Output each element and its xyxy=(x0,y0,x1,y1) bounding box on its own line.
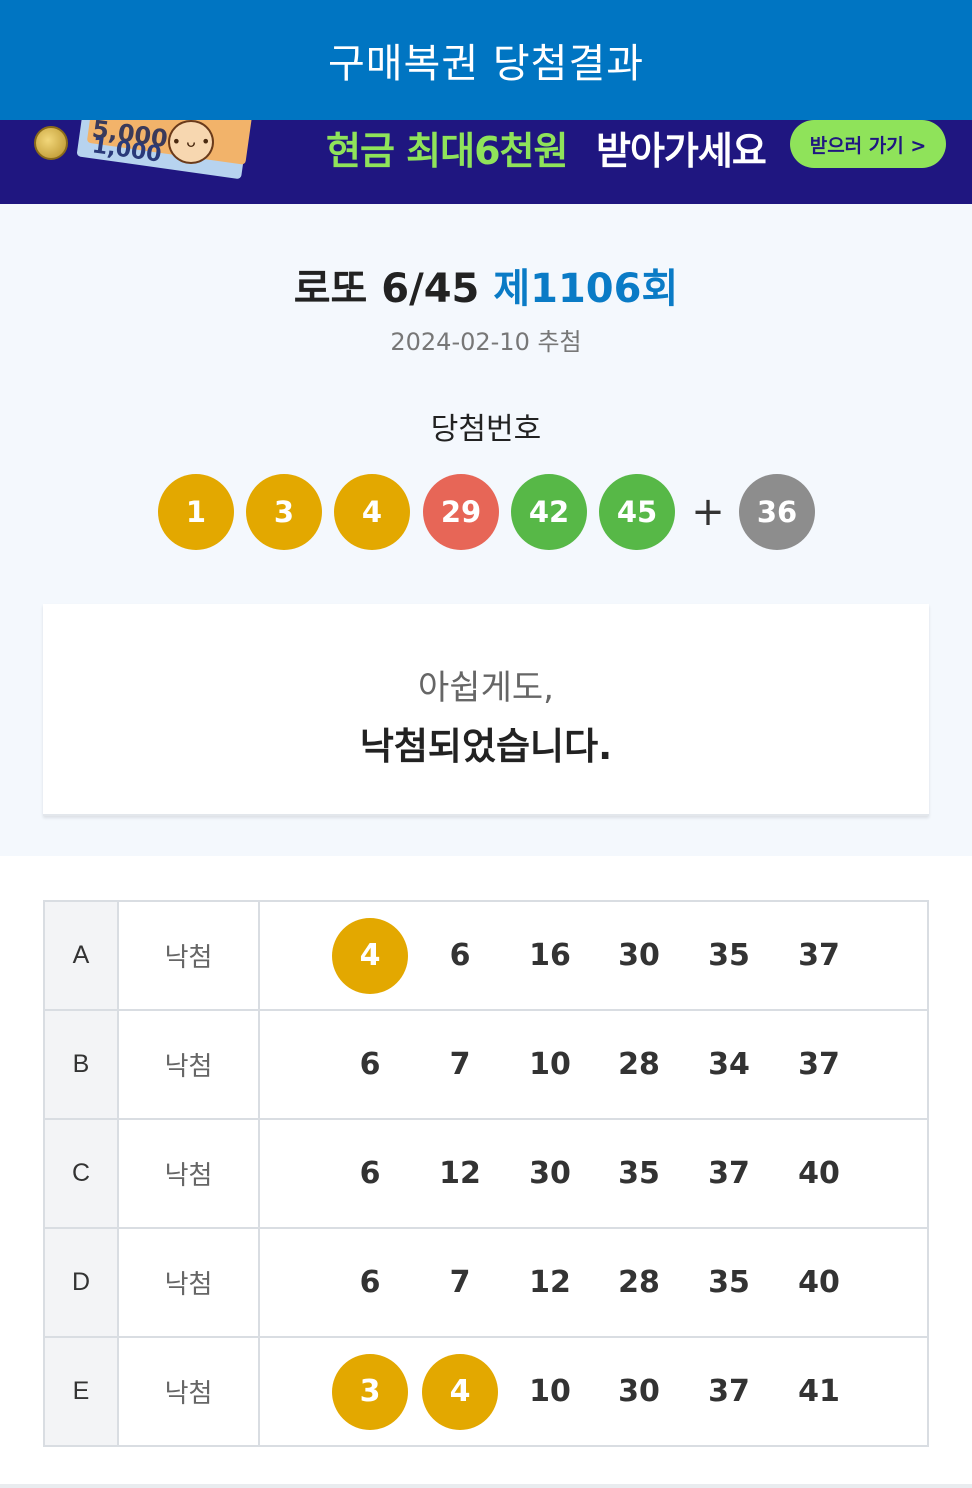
game-id: D xyxy=(43,1227,119,1338)
game-number: 28 xyxy=(618,1265,660,1300)
game-number: 37 xyxy=(798,938,840,973)
game-status: 낙첨 xyxy=(117,1118,260,1229)
game-status: 낙첨 xyxy=(117,1009,260,1120)
game-numbers: 6 7 12 28 35 40 xyxy=(258,1227,929,1338)
game-name: 로또 6/45 xyxy=(293,266,480,312)
game-number: 35 xyxy=(708,938,750,973)
winning-number-ball: 3 xyxy=(246,474,322,550)
winning-numbers: + 1 3 4 29 42 45 36 xyxy=(0,474,972,550)
game-row: B 낙첨 6 7 10 28 34 37 xyxy=(43,1009,929,1120)
game-status: 낙첨 xyxy=(117,1336,260,1447)
game-numbers: 4 6 16 30 35 37 xyxy=(258,900,929,1011)
game-number: 6 xyxy=(359,1047,381,1082)
draw-date: 2024-02-10 추첨 xyxy=(390,328,582,356)
game-id: B xyxy=(43,1009,119,1120)
game-number: 35 xyxy=(618,1156,660,1191)
game-number: 6 xyxy=(359,1265,381,1300)
winning-number-ball: 4 xyxy=(334,474,410,550)
game-number: 40 xyxy=(798,1156,840,1191)
game-number: 12 xyxy=(529,1265,571,1300)
matched-number: 3 xyxy=(332,1353,408,1430)
coin-icon xyxy=(34,126,68,160)
promo-text-highlight: 현금 최대6천원 xyxy=(326,129,568,173)
game-number: 30 xyxy=(529,1156,571,1191)
purchased-games-table: A 낙첨 4 6 16 30 35 37 B 낙첨 6 7 10 28 34 37 C 낙첨 6 12 30 35 37 40… xyxy=(43,900,929,1447)
winning-number-ball: 45 xyxy=(599,474,675,550)
game-number: 10 xyxy=(529,1374,571,1409)
game-number: 37 xyxy=(708,1374,750,1409)
page-title: 구매복권 당첨결과 xyxy=(327,41,645,87)
draw-title: 로또 6/45 제1106회 xyxy=(0,256,972,314)
matched-number: 4 xyxy=(332,917,408,994)
game-number: 6 xyxy=(359,1156,381,1191)
game-number: 28 xyxy=(618,1047,660,1082)
game-row: E 낙첨 3 4 10 30 37 41 xyxy=(43,1336,929,1447)
game-row: A 낙첨 4 6 16 30 35 37 xyxy=(43,900,929,1011)
bonus-plus-sign: + xyxy=(691,489,725,535)
game-number: 34 xyxy=(708,1047,750,1082)
game-number: 16 xyxy=(529,938,571,973)
game-numbers: 6 12 30 35 37 40 xyxy=(258,1118,929,1229)
game-number: 37 xyxy=(708,1156,750,1191)
winning-numbers-label: 당첨번호 xyxy=(430,412,542,447)
game-status: 낙첨 xyxy=(117,900,260,1011)
game-id: C xyxy=(43,1118,119,1229)
game-number: 7 xyxy=(449,1047,471,1082)
bonus-number-ball: 36 xyxy=(739,474,815,550)
game-number: 7 xyxy=(449,1265,471,1300)
receive-button[interactable]: 받으러 가기 > xyxy=(790,120,946,168)
game-number: 37 xyxy=(798,1047,840,1082)
game-numbers: 6 7 10 28 34 37 xyxy=(258,1009,929,1120)
game-number: 10 xyxy=(529,1047,571,1082)
game-number: 41 xyxy=(798,1374,840,1409)
promo-banner[interactable]: 5,000 1,000 • ᴗ • 현금 최대6천원 받아가세요 받으러 가기 … xyxy=(0,120,972,204)
winning-number-ball: 29 xyxy=(423,474,499,550)
draw-round: 제1106회 xyxy=(493,266,679,312)
game-row: C 낙첨 6 12 30 35 37 40 xyxy=(43,1118,929,1229)
game-status: 낙첨 xyxy=(117,1227,260,1338)
draw-info-section: 로또 6/45 제1106회 2024-02-10 추첨 당첨번호 + 1342… xyxy=(0,204,972,856)
result-subtext: 아쉽게도, xyxy=(418,668,554,708)
matched-number: 4 xyxy=(422,1353,498,1430)
game-number: 40 xyxy=(798,1265,840,1300)
result-message: 낙첨되었습니다. xyxy=(359,725,613,768)
game-number: 30 xyxy=(618,938,660,973)
game-number: 30 xyxy=(618,1374,660,1409)
promo-text: 받아가세요 xyxy=(596,129,767,173)
game-row: D 낙첨 6 7 12 28 35 40 xyxy=(43,1227,929,1338)
character-face-icon: • ᴗ • xyxy=(168,120,214,164)
winning-number-ball: 1 xyxy=(158,474,234,550)
game-number: 6 xyxy=(449,938,471,973)
bottom-divider xyxy=(0,1484,972,1488)
game-numbers: 3 4 10 30 37 41 xyxy=(258,1336,929,1447)
winning-number-ball: 42 xyxy=(511,474,587,550)
result-card: 아쉽게도, 낙첨되었습니다. xyxy=(43,604,929,816)
game-number: 35 xyxy=(708,1265,750,1300)
game-id: A xyxy=(43,900,119,1011)
app-header: 구매복권 당첨결과 xyxy=(0,0,972,120)
game-number: 12 xyxy=(439,1156,481,1191)
game-id: E xyxy=(43,1336,119,1447)
